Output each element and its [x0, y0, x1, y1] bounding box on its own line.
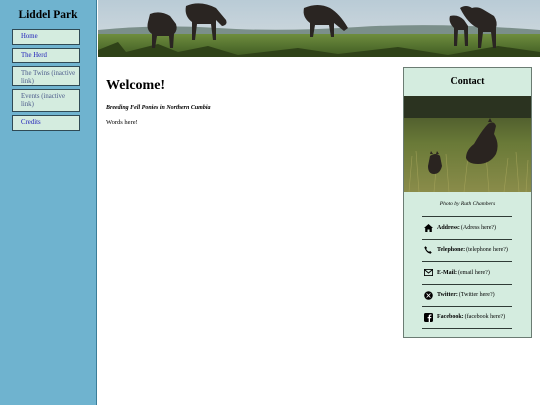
contact-label: Facebook: — [437, 314, 464, 321]
site-title: Liddel Park — [18, 9, 78, 21]
mare-and-foal-photo — [404, 96, 531, 192]
contact-label: E-Mail: — [437, 269, 457, 276]
photo-credit: Photo by Ruth Chambers — [439, 201, 496, 207]
contact-list: Address: (Adress here?) Telephone: (tele… — [422, 216, 512, 329]
contact-panel: Contact Photo by Ruth Chambers Address: … — [403, 67, 532, 338]
contact-row-email: E-Mail: (email here?) — [422, 261, 512, 284]
nav-item-credits[interactable]: Credits — [12, 115, 80, 131]
contact-title: Contact — [450, 76, 485, 87]
contact-value: (facebook here?) — [464, 314, 506, 321]
contact-value: (Twitter here?) — [458, 292, 495, 299]
sidebar-nav: Home The Herd The Twins (inactive link) … — [0, 29, 96, 131]
page-title: Welcome! — [106, 78, 166, 93]
x-twitter-icon[interactable] — [422, 290, 434, 300]
contact-row-address: Address: (Adress here?) — [422, 216, 512, 239]
contact-label: Telephone: — [437, 247, 466, 254]
banner-image — [98, 0, 540, 57]
contact-value: (Adress here?) — [460, 224, 497, 231]
contact-photo — [404, 96, 531, 192]
contact-row-telephone: Telephone: (telephone here?) — [422, 238, 512, 262]
contact-label: Address: — [437, 224, 460, 231]
phone-icon — [422, 245, 434, 255]
contact-value: (telephone here?) — [466, 247, 508, 254]
contact-value: (email here?) — [458, 269, 490, 276]
facebook-icon[interactable] — [422, 312, 434, 322]
contact-label: Twitter: — [437, 292, 458, 299]
sidebar: Liddel Park Home The Herd The Twins (ina… — [0, 0, 97, 405]
contact-row-facebook: Facebook: (facebook here?) — [422, 306, 512, 329]
nav-item-the-herd[interactable]: The Herd — [12, 47, 80, 63]
envelope-icon — [422, 268, 434, 278]
nav-item-events[interactable]: Events (inactive link) — [12, 89, 80, 112]
home-icon — [422, 223, 434, 233]
contact-row-twitter: Twitter: (Twitter here?) — [422, 283, 512, 307]
nav-item-the-twins[interactable]: The Twins (inactive link) — [12, 66, 80, 86]
banner-ponies-image — [98, 0, 540, 57]
nav-item-home[interactable]: Home — [12, 29, 80, 45]
main-content: Welcome! Breeding Fell Ponies in Norther… — [106, 78, 386, 126]
page-body-text: Words here! — [106, 119, 138, 126]
page-tagline: Breeding Fell Ponies in Northern Cumbia — [106, 105, 211, 111]
